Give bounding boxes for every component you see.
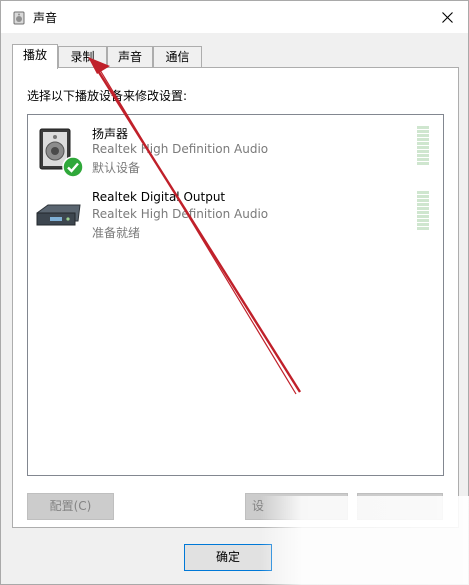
close-button[interactable] bbox=[432, 4, 462, 30]
window-title: 声音 bbox=[33, 11, 58, 25]
volume-level-meter bbox=[417, 191, 429, 233]
default-check-icon bbox=[62, 156, 84, 178]
playback-panel: 选择以下播放设备来修改设置: 扬声器 Realtek High Definiti… bbox=[12, 67, 459, 528]
configure-button[interactable]: 配置(C) bbox=[27, 493, 114, 520]
tab-label: 播放 bbox=[22, 48, 47, 62]
device-description: Realtek High Definition Audio bbox=[92, 142, 269, 156]
title-bar[interactable]: 声音 bbox=[1, 1, 468, 33]
device-item-digital-output[interactable]: Realtek Digital Output Realtek High Defi… bbox=[28, 185, 443, 247]
device-item-speaker[interactable]: 扬声器 Realtek High Definition Audio 默认设备 bbox=[28, 120, 443, 182]
volume-level-meter bbox=[417, 126, 429, 168]
tab-recording[interactable]: 录制 bbox=[58, 46, 107, 68]
device-list[interactable]: 扬声器 Realtek High Definition Audio 默认设备 R… bbox=[27, 114, 444, 476]
digital-output-icon bbox=[36, 204, 81, 226]
device-name: Realtek Digital Output bbox=[92, 190, 226, 204]
tab-label: 声音 bbox=[117, 50, 142, 64]
watermark-overlay bbox=[260, 496, 469, 585]
tab-label: 录制 bbox=[70, 50, 95, 64]
tab-communications[interactable]: 通信 bbox=[153, 46, 202, 68]
tab-label: 通信 bbox=[165, 50, 190, 64]
speaker-app-icon bbox=[13, 11, 25, 25]
button-label: 配置(C) bbox=[49, 499, 92, 513]
device-name: 扬声器 bbox=[92, 127, 129, 141]
device-status: 默认设备 bbox=[92, 161, 141, 175]
instruction-text: 选择以下播放设备来修改设置: bbox=[27, 89, 188, 103]
button-label: 确定 bbox=[215, 550, 240, 564]
ok-button[interactable]: 确定 bbox=[184, 544, 272, 571]
device-description: Realtek High Definition Audio bbox=[92, 207, 269, 221]
tab-playback[interactable]: 播放 bbox=[12, 44, 58, 69]
tab-sounds[interactable]: 声音 bbox=[107, 46, 153, 68]
close-icon bbox=[441, 11, 453, 23]
device-status: 准备就绪 bbox=[92, 226, 141, 240]
